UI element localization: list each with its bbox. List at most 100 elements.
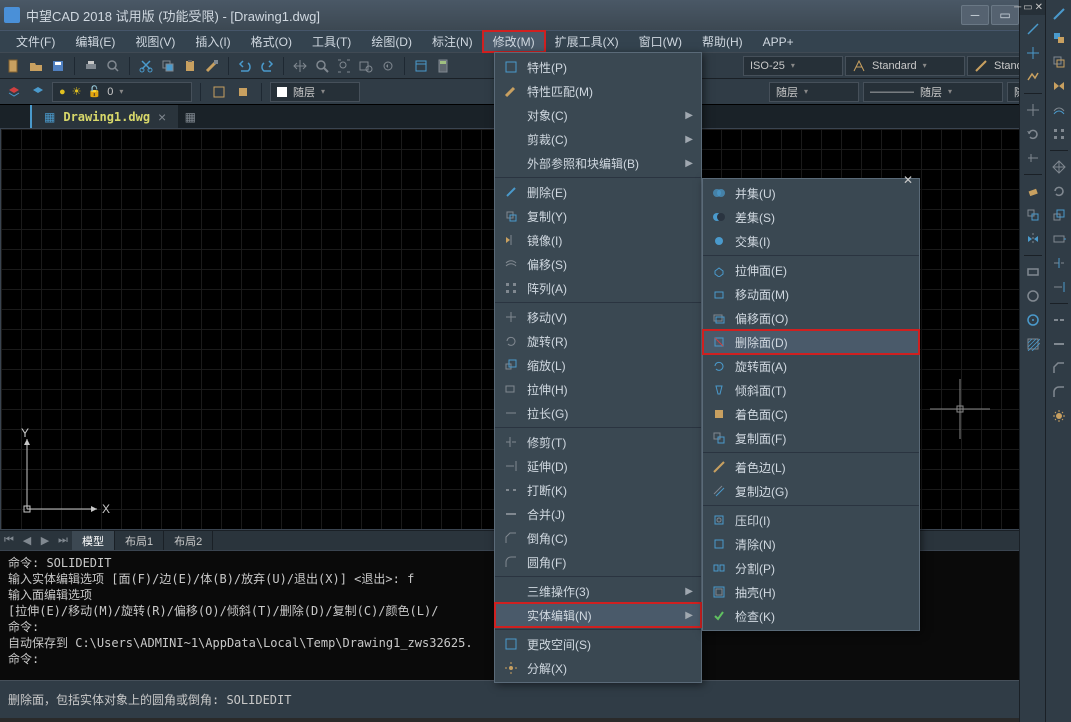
mirror2-icon[interactable] bbox=[1049, 76, 1069, 96]
xline-tool-icon[interactable] bbox=[1023, 43, 1043, 63]
menuitem-shell[interactable]: 抽壳(H) bbox=[703, 580, 919, 604]
menuitem-三维操作(3)[interactable]: 三维操作(3)▶ bbox=[495, 579, 701, 603]
open-icon[interactable] bbox=[26, 56, 46, 76]
menuitem-rotface[interactable]: 旋转面(A) bbox=[703, 354, 919, 378]
menu-格式[interactable]: 格式(O) bbox=[241, 31, 302, 52]
menuitem-mirror[interactable]: 镜像(I) bbox=[495, 228, 701, 252]
panel-min-icon[interactable]: ─ bbox=[1014, 2, 1021, 13]
color2-combo[interactable]: 随层▾ bbox=[769, 82, 859, 102]
menuitem-对象(C)[interactable]: 对象(C)▶ bbox=[495, 103, 701, 127]
layer-state-icon[interactable] bbox=[28, 82, 48, 102]
menuitem-erase[interactable]: 删除(E) bbox=[495, 180, 701, 204]
cut-icon[interactable] bbox=[136, 56, 156, 76]
move-tool-icon[interactable] bbox=[1023, 100, 1043, 120]
menuitem-subtract[interactable]: 差集(S) bbox=[703, 205, 919, 229]
pan-icon[interactable] bbox=[290, 56, 310, 76]
join2-icon[interactable] bbox=[1049, 334, 1069, 354]
menu-app+[interactable]: APP+ bbox=[753, 31, 804, 52]
select-icon[interactable] bbox=[1049, 28, 1069, 48]
textstyle-combo[interactable]: Standard▾ bbox=[845, 56, 965, 76]
menu-文件[interactable]: 文件(F) bbox=[6, 31, 65, 52]
menuitem-separate[interactable]: 分割(P) bbox=[703, 556, 919, 580]
menuitem-实体编辑(N)[interactable]: 实体编辑(N)▶ bbox=[495, 603, 701, 627]
preview-icon[interactable] bbox=[103, 56, 123, 76]
rect-tool-icon[interactable] bbox=[1023, 262, 1043, 282]
tab-nav-last[interactable]: ⏭ bbox=[54, 531, 72, 550]
scale2-icon[interactable] bbox=[1049, 205, 1069, 225]
color-combo[interactable]: 随层▾ bbox=[270, 82, 360, 102]
menuitem-break[interactable]: 打断(K) bbox=[495, 478, 701, 502]
rect2-icon[interactable] bbox=[1049, 52, 1069, 72]
model-tab[interactable]: 模型 bbox=[72, 531, 115, 550]
rotate2-icon[interactable] bbox=[1049, 181, 1069, 201]
menuitem-剪裁(C)[interactable]: 剪裁(C)▶ bbox=[495, 127, 701, 151]
explode2-icon[interactable] bbox=[1049, 406, 1069, 426]
menuitem-scale[interactable]: 缩放(L) bbox=[495, 353, 701, 377]
menu-绘图[interactable]: 绘图(D) bbox=[361, 31, 422, 52]
copy-tool-icon[interactable] bbox=[1023, 205, 1043, 225]
menuitem-copyedge[interactable]: 复制边(G) bbox=[703, 479, 919, 503]
calc-icon[interactable] bbox=[433, 56, 453, 76]
erase-tool-icon[interactable] bbox=[1023, 181, 1043, 201]
circ2-tool-icon[interactable] bbox=[1023, 310, 1043, 330]
insert-icon[interactable] bbox=[233, 82, 253, 102]
menu-标注[interactable]: 标注(N) bbox=[422, 31, 483, 52]
rotate-tool-icon[interactable] bbox=[1023, 124, 1043, 144]
menuitem-copy[interactable]: 复制(Y) bbox=[495, 204, 701, 228]
paste-icon[interactable] bbox=[180, 56, 200, 76]
menuitem-taperface[interactable]: 倾斜面(T) bbox=[703, 378, 919, 402]
circle-tool-icon[interactable] bbox=[1023, 286, 1043, 306]
menuitem-clean[interactable]: 清除(N) bbox=[703, 532, 919, 556]
properties-icon[interactable] bbox=[411, 56, 431, 76]
copy-icon[interactable] bbox=[158, 56, 178, 76]
doc-tab-active[interactable]: ▦ Drawing1.dwg × bbox=[30, 105, 178, 128]
menuitem-array[interactable]: 阵列(A) bbox=[495, 276, 701, 300]
menu-插入[interactable]: 插入(I) bbox=[185, 31, 240, 52]
menuitem-copyface[interactable]: 复制面(F) bbox=[703, 426, 919, 450]
menuitem-extend[interactable]: 延伸(D) bbox=[495, 454, 701, 478]
layer-mgr-icon[interactable] bbox=[4, 82, 24, 102]
menuitem-intersect[interactable]: 交集(I) bbox=[703, 229, 919, 253]
match-icon[interactable] bbox=[202, 56, 222, 76]
redo-icon[interactable] bbox=[257, 56, 277, 76]
menuitem-join[interactable]: 合并(J) bbox=[495, 502, 701, 526]
stretch2-icon[interactable] bbox=[1049, 229, 1069, 249]
layout2-tab[interactable]: 布局2 bbox=[164, 531, 213, 550]
menu-修改[interactable]: 修改(M) bbox=[483, 31, 545, 52]
menuitem-extface[interactable]: 拉伸面(E) bbox=[703, 258, 919, 282]
menuitem-explode[interactable]: 分解(X) bbox=[495, 656, 701, 680]
menu-视图[interactable]: 视图(V) bbox=[125, 31, 185, 52]
hatch-tool-icon[interactable] bbox=[1023, 334, 1043, 354]
block-icon[interactable] bbox=[209, 82, 229, 102]
menuitem-union[interactable]: 并集(U) bbox=[703, 181, 919, 205]
menuitem-coloredge[interactable]: 着色边(L) bbox=[703, 455, 919, 479]
zoom-icon[interactable] bbox=[312, 56, 332, 76]
layout1-tab[interactable]: 布局1 bbox=[115, 531, 164, 550]
menuitem-check[interactable]: 检查(K) bbox=[703, 604, 919, 628]
menu-工具[interactable]: 工具(T) bbox=[302, 31, 361, 52]
menuitem-match[interactable]: 特性匹配(M) bbox=[495, 79, 701, 103]
menuitem-imprint[interactable]: 压印(I) bbox=[703, 508, 919, 532]
menuitem-trim[interactable]: 修剪(T) bbox=[495, 430, 701, 454]
array2-icon[interactable] bbox=[1049, 124, 1069, 144]
line-tool-icon[interactable] bbox=[1023, 19, 1043, 39]
menuitem-外部参照和块编辑(B)[interactable]: 外部参照和块编辑(B)▶ bbox=[495, 151, 701, 175]
move2-icon[interactable] bbox=[1049, 157, 1069, 177]
tab-nav-next[interactable]: ▶ bbox=[36, 531, 54, 550]
pline-tool-icon[interactable] bbox=[1023, 67, 1043, 87]
fillet2-icon[interactable] bbox=[1049, 382, 1069, 402]
tab-nav-first[interactable]: ⏮ bbox=[0, 531, 18, 550]
break2-icon[interactable] bbox=[1049, 310, 1069, 330]
chamfer2-icon[interactable] bbox=[1049, 358, 1069, 378]
menuitem-chamfer[interactable]: 倒角(C) bbox=[495, 526, 701, 550]
menuitem-move[interactable]: 移动(V) bbox=[495, 305, 701, 329]
menuitem-props[interactable]: 特性(P) bbox=[495, 55, 701, 79]
dimstyle-combo[interactable]: ISO-25▾ bbox=[743, 56, 843, 76]
tab-nav-prev[interactable]: ◀ bbox=[18, 531, 36, 550]
undo-icon[interactable] bbox=[235, 56, 255, 76]
panel-max-icon[interactable]: ▭ bbox=[1023, 2, 1032, 13]
menuitem-offface[interactable]: 偏移面(O) bbox=[703, 306, 919, 330]
menuitem-colorface[interactable]: 着色面(C) bbox=[703, 402, 919, 426]
trim2-icon[interactable] bbox=[1049, 253, 1069, 273]
zoom-prev-icon[interactable] bbox=[378, 56, 398, 76]
